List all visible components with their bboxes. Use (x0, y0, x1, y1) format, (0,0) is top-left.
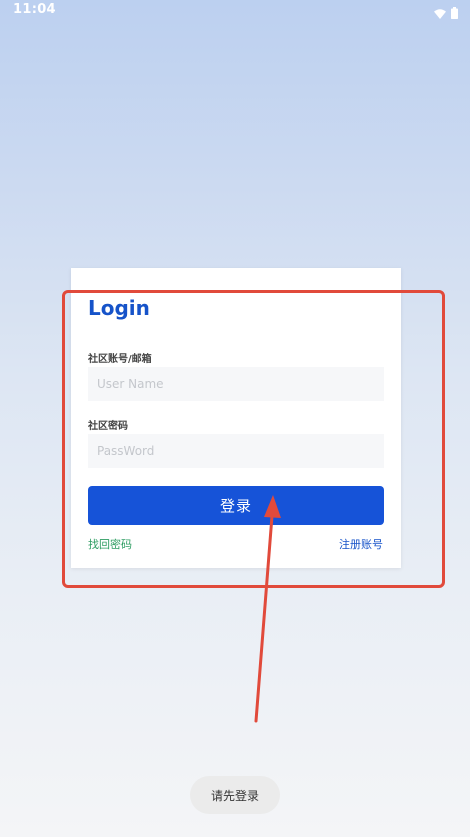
register-account-link[interactable]: 注册账号 (339, 536, 383, 552)
battery-icon (451, 4, 458, 23)
status-bar: 11:04 (0, 0, 470, 22)
login-card: Login 社区账号/邮箱 社区密码 登录 找回密码 注册账号 (71, 268, 401, 568)
password-label: 社区密码 (88, 421, 128, 432)
toast-message: 请先登录 (190, 776, 280, 814)
password-input[interactable] (88, 434, 384, 468)
forgot-password-link[interactable]: 找回密码 (88, 536, 132, 552)
login-title: Login (88, 296, 150, 320)
wifi-icon (434, 4, 446, 23)
username-label: 社区账号/邮箱 (88, 354, 152, 365)
username-input[interactable] (88, 367, 384, 401)
status-time: 11:04 (13, 2, 56, 17)
status-icons (434, 4, 458, 23)
login-button[interactable]: 登录 (88, 486, 384, 525)
